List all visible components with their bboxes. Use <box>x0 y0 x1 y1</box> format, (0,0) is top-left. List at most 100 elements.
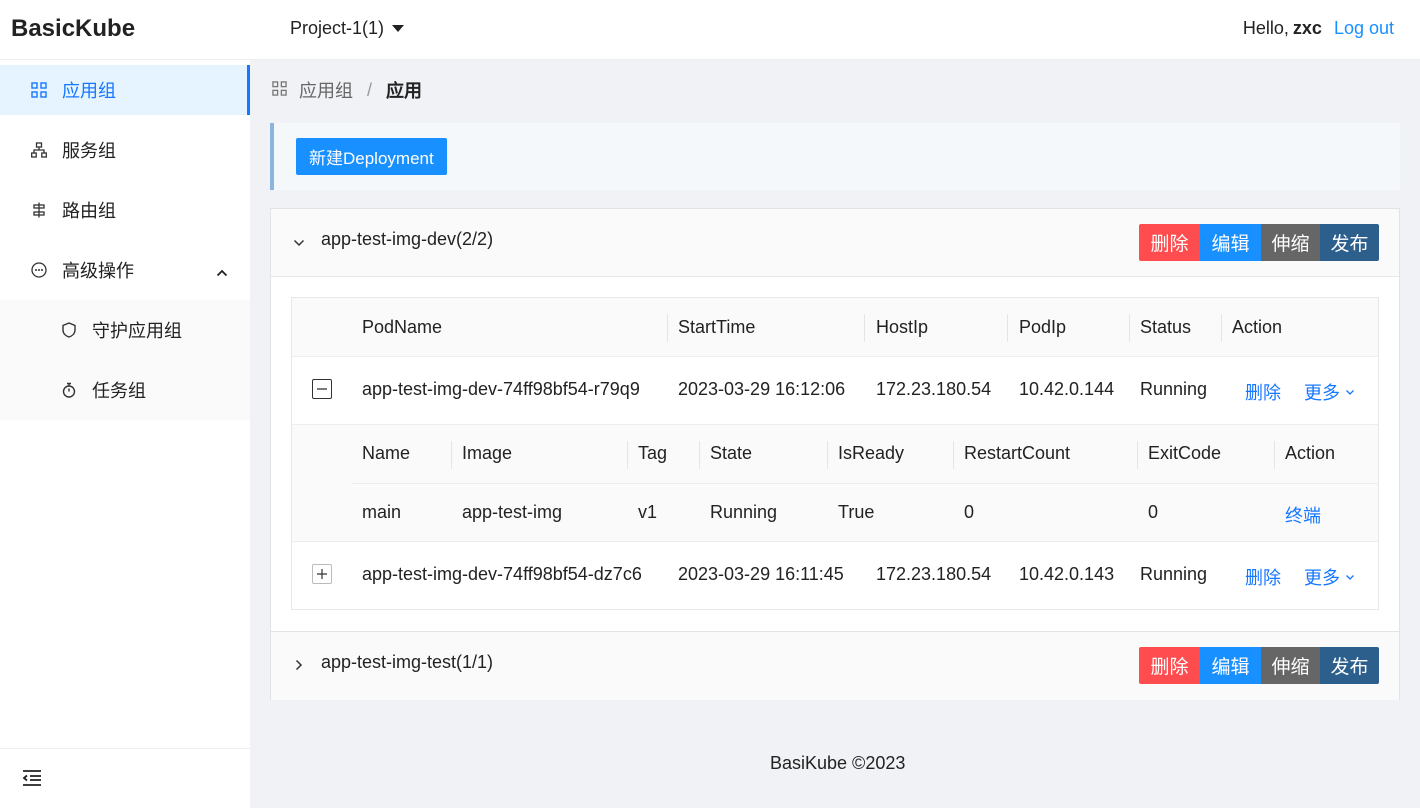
col-image: Image <box>462 443 513 463</box>
chevron-down-icon <box>1346 575 1354 580</box>
appstore-icon <box>272 80 287 101</box>
username: zxc <box>1292 18 1322 38</box>
column-divider <box>699 441 700 469</box>
deployment-name: app-test-img-test(1/1) <box>321 652 494 672</box>
page-footer: BasiKube ©2023 <box>770 753 906 773</box>
sidebar-item-label: 守护应用组 <box>92 321 182 341</box>
breadcrumb-parent[interactable]: 应用组 <box>299 77 353 103</box>
sidebar-footer <box>0 748 250 808</box>
container-ready: True <box>838 502 875 522</box>
column-divider <box>1221 314 1222 342</box>
pod-table: PodName StartTime HostIp PodIp Status Ac… <box>291 297 1379 610</box>
column-divider <box>953 441 954 469</box>
ellipsis-icon <box>30 261 48 279</box>
deployment-actions: 删除 编辑 伸缩 发布 <box>1139 647 1379 684</box>
pod-delete-link[interactable]: 删除 <box>1245 564 1281 590</box>
pod-more-dropdown[interactable]: 更多 <box>1304 379 1355 405</box>
column-divider <box>1274 441 1275 469</box>
col-tag: Tag <box>638 443 668 463</box>
publish-button[interactable]: 发布 <box>1320 224 1379 261</box>
breadcrumb: 应用组 / 应用 <box>272 77 422 103</box>
sidebar-item-label: 任务组 <box>92 381 146 401</box>
sidebar-item-app-group[interactable]: 应用组 <box>0 65 250 115</box>
container-table-header: Name Image Tag State IsReady RestartCoun… <box>352 425 1378 484</box>
chevron-down-icon <box>1346 390 1354 395</box>
col-hostip: HostIp <box>876 317 929 337</box>
app-logo[interactable]: BasicKube <box>11 15 135 43</box>
chevron-down-icon[interactable] <box>293 233 305 254</box>
pod-name: app-test-img-dev-74ff98bf54-dz7c6 <box>362 564 642 584</box>
scale-button[interactable]: 伸缩 <box>1261 224 1320 261</box>
user-area: Hello, zxc Log out <box>1243 18 1394 39</box>
toolbar: 新建Deployment <box>270 123 1400 190</box>
project-name: Project-1(1) <box>290 18 385 38</box>
column-divider <box>1007 314 1008 342</box>
pod-more-dropdown[interactable]: 更多 <box>1304 564 1355 590</box>
sidebar: 应用组 服务组 路由组 高级操作 守护应用组 任务组 <box>0 60 250 808</box>
edit-button[interactable]: 编辑 <box>1200 224 1261 261</box>
sidebar-item-label: 高级操作 <box>62 261 134 281</box>
scale-button[interactable]: 伸缩 <box>1261 647 1320 684</box>
column-divider <box>627 441 628 469</box>
deployment-actions: 删除 编辑 伸缩 发布 <box>1139 224 1379 261</box>
breadcrumb-separator: / <box>367 79 373 100</box>
terminal-link[interactable]: 终端 <box>1285 502 1321 528</box>
table-row: app-test-img-dev-74ff98bf54-r79q9 2023-0… <box>292 357 1378 425</box>
sidebar-item-label: 路由组 <box>62 201 116 221</box>
project-selector[interactable]: Project-1(1) <box>290 18 405 39</box>
delete-button[interactable]: 删除 <box>1139 647 1200 684</box>
column-divider <box>864 314 865 342</box>
col-starttime: StartTime <box>678 317 756 337</box>
expand-row-button[interactable] <box>312 564 332 584</box>
new-deployment-button[interactable]: 新建Deployment <box>296 138 447 175</box>
column-divider <box>667 314 668 342</box>
sidebar-item-advanced[interactable]: 高级操作 <box>0 245 250 295</box>
breadcrumb-current: 应用 <box>386 81 423 101</box>
chevron-right-icon[interactable] <box>293 655 305 676</box>
logout-link[interactable]: Log out <box>1334 18 1394 39</box>
sidebar-item-label: 应用组 <box>62 81 116 101</box>
column-divider <box>827 441 828 469</box>
pod-host-ip: 172.23.180.54 <box>876 379 992 399</box>
table-row: app-test-img-dev-74ff98bf54-dz7c6 2023-0… <box>292 542 1378 610</box>
deployment-panel: app-test-img-test(1/1) 删除 编辑 伸缩 发布 <box>270 631 1400 700</box>
caret-down-icon <box>392 25 405 32</box>
sidebar-item-daemon-group[interactable]: 守护应用组 <box>0 305 250 355</box>
shield-icon <box>60 321 78 339</box>
hello-text: Hello, <box>1242 18 1289 38</box>
collapse-row-button[interactable] <box>312 379 332 399</box>
deployment-panel: app-test-img-dev(2/2) 删除 编辑 伸缩 发布 PodNam… <box>270 208 1400 632</box>
col-podip: PodIp <box>1019 317 1067 337</box>
sidebar-item-service-group[interactable]: 服务组 <box>0 125 250 175</box>
route-icon <box>30 201 48 219</box>
deployment-name: app-test-img-dev(2/2) <box>321 229 494 249</box>
pod-name: app-test-img-dev-74ff98bf54-r79q9 <box>362 379 640 399</box>
sidebar-item-route-group[interactable]: 路由组 <box>0 185 250 235</box>
pod-ip: 10.42.0.143 <box>1019 564 1115 584</box>
pod-delete-link[interactable]: 删除 <box>1245 379 1281 405</box>
more-label: 更多 <box>1304 568 1340 588</box>
edit-button[interactable]: 编辑 <box>1200 647 1261 684</box>
col-state: State <box>710 443 753 463</box>
column-divider <box>1137 441 1138 469</box>
deployment-panel-header[interactable]: app-test-img-dev(2/2) 删除 编辑 伸缩 发布 <box>271 209 1399 277</box>
pod-table-header: PodName StartTime HostIp PodIp Status Ac… <box>292 298 1378 357</box>
container-state: Running <box>710 502 778 522</box>
col-podname: PodName <box>362 317 443 337</box>
pod-status: Running <box>1140 564 1208 584</box>
col-name: Name <box>362 443 411 463</box>
container-table: Name Image Tag State IsReady RestartCoun… <box>292 425 1378 542</box>
publish-button[interactable]: 发布 <box>1320 647 1379 684</box>
pod-status: Running <box>1140 379 1208 399</box>
top-header: BasicKube Project-1(1) Hello, zxc Log ou… <box>0 0 1420 60</box>
menu-fold-icon[interactable] <box>22 769 42 792</box>
delete-button[interactable]: 删除 <box>1139 224 1200 261</box>
deployment-panel-header[interactable]: app-test-img-test(1/1) 删除 编辑 伸缩 发布 <box>271 632 1399 700</box>
sidebar-item-job-group[interactable]: 任务组 <box>0 365 250 415</box>
container-name: main <box>362 502 402 522</box>
appstore-icon <box>30 81 48 99</box>
more-label: 更多 <box>1304 383 1340 403</box>
column-divider <box>451 441 452 469</box>
col-status: Status <box>1140 317 1192 337</box>
cluster-icon <box>30 141 48 159</box>
